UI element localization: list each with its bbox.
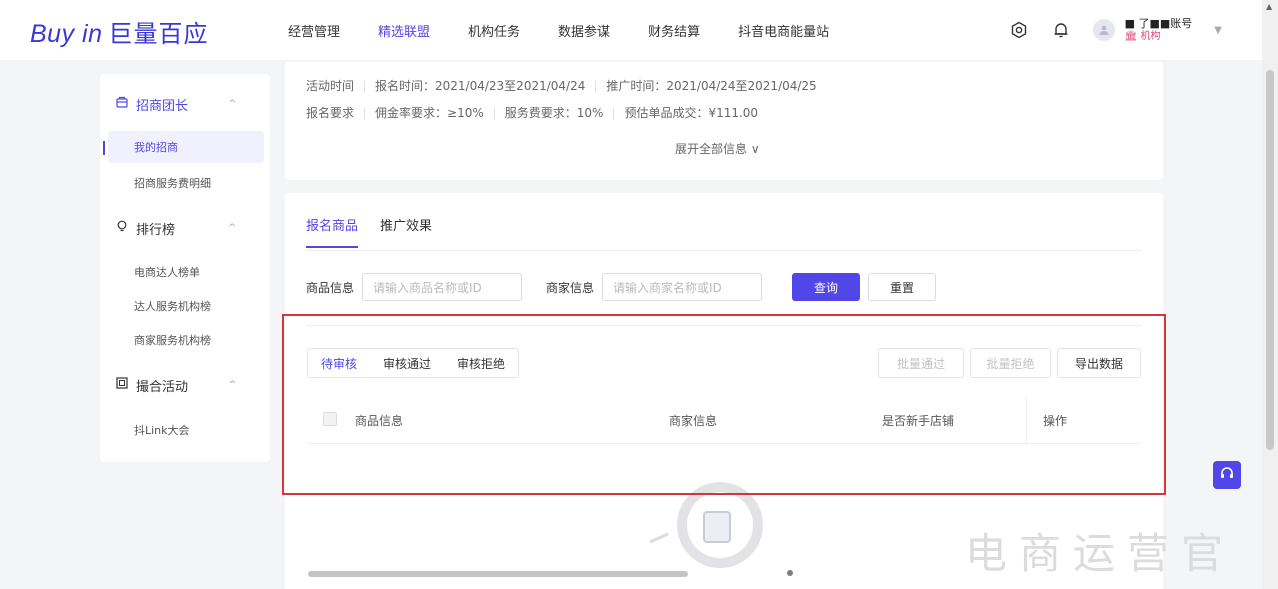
merchant-filter: 商家信息 请输入商家名称或ID bbox=[546, 273, 763, 301]
bulb-icon bbox=[116, 220, 128, 236]
nav-item-finance[interactable]: 财务结算 bbox=[648, 21, 700, 40]
bell-icon[interactable] bbox=[1051, 20, 1071, 40]
highlight-box bbox=[282, 314, 1166, 495]
top-navigation-bar: Buy in 巨量百应 经营管理 精选联盟 机构任务 数据参谋 财务结算 抖音电商… bbox=[0, 0, 1262, 60]
grid-icon bbox=[116, 377, 128, 393]
sidebar-item-service-fee[interactable]: 招商服务费明细 bbox=[108, 167, 264, 199]
nav-item-alliance[interactable]: 精选联盟 bbox=[378, 21, 430, 40]
avatar[interactable] bbox=[1092, 19, 1115, 41]
top-right-tools: ■ 了■■账号 🏛 机构 ▼ bbox=[1009, 0, 1222, 60]
tab-signup-goods[interactable]: 报名商品 bbox=[306, 215, 359, 248]
tab-divider bbox=[306, 250, 1142, 251]
horizontal-scrollbar[interactable] bbox=[308, 571, 688, 577]
goods-filter: 商品信息 请输入商品名称或ID bbox=[306, 273, 523, 301]
activity-info-card: 活动时间 报名时间：2021/04/23至2021/04/24 推广时间：2021/… bbox=[285, 62, 1163, 180]
chevron-down-icon[interactable]: ▼ bbox=[1214, 25, 1222, 36]
query-button[interactable]: 查询 bbox=[792, 273, 860, 301]
scroll-up-icon[interactable]: ▲ bbox=[1266, 2, 1272, 11]
signup-requirement-row: 报名要求 佣金率要求：≥10% 服务费要求：10% 预估单品成交：¥111.00 bbox=[306, 106, 759, 120]
settings-icon[interactable] bbox=[1009, 20, 1029, 40]
sidebar-group-ranking[interactable]: 排行榜 ^ bbox=[100, 211, 270, 245]
merchant-filter-label: 商家信息 bbox=[546, 280, 595, 295]
nav-item-energy-station[interactable]: 抖音电商能量站 bbox=[738, 21, 829, 40]
chevron-up-icon[interactable]: ^ bbox=[228, 223, 236, 233]
sidebar-item-creator-ranking[interactable]: 电商达人榜单 bbox=[108, 256, 264, 288]
shop-icon bbox=[116, 96, 128, 112]
tab-promo-effect[interactable]: 推广效果 bbox=[380, 215, 432, 248]
nav-item-agency-tasks[interactable]: 机构任务 bbox=[468, 21, 520, 40]
nav-item-operations[interactable]: 经营管理 bbox=[288, 21, 340, 40]
headset-icon bbox=[1219, 465, 1235, 485]
vertical-scrollbar[interactable]: ▲ bbox=[1262, 0, 1278, 589]
sidebar-group-merchant-lead[interactable]: 招商团长 ^ bbox=[100, 87, 270, 121]
account-org-badge: 🏛 机构 bbox=[1124, 31, 1161, 42]
account-name: ■ 了■■账号 bbox=[1124, 17, 1193, 30]
sidebar-item-douyin-link[interactable]: 抖Link大会 bbox=[108, 414, 264, 446]
nav-item-data-advisor[interactable]: 数据参谋 bbox=[558, 21, 610, 40]
sidebar-group-matchmaking[interactable]: 撮合活动 ^ bbox=[100, 368, 270, 402]
reset-button[interactable]: 重置 bbox=[868, 273, 936, 301]
sidebar-item-creator-agency-ranking[interactable]: 达人服务机构榜 bbox=[108, 290, 264, 322]
goods-search-input[interactable]: 请输入商品名称或ID bbox=[362, 273, 523, 301]
brand-logo[interactable]: Buy in 巨量百应 bbox=[30, 14, 208, 49]
activity-time-row: 活动时间 报名时间：2021/04/23至2021/04/24 推广时间：2021/… bbox=[306, 79, 817, 93]
active-indicator bbox=[103, 141, 105, 155]
merchant-search-input[interactable]: 请输入商家名称或ID bbox=[602, 273, 763, 301]
sidebar: 招商团长 ^ 我的招商 招商服务费明细 排行榜 ^ 电商达人榜单 达人服务机构榜… bbox=[100, 74, 270, 462]
sidebar-item-merchant-agency-ranking[interactable]: 商家服务机构榜 bbox=[108, 324, 264, 356]
chevron-up-icon[interactable]: ^ bbox=[228, 380, 236, 390]
goods-filter-label: 商品信息 bbox=[306, 280, 355, 295]
content-tabs: 报名商品 推广效果 bbox=[306, 215, 454, 248]
chevron-up-icon[interactable]: ^ bbox=[228, 99, 236, 109]
customer-service-button[interactable] bbox=[1213, 461, 1241, 489]
main-nav: 经营管理 精选联盟 机构任务 数据参谋 财务结算 抖音电商能量站 bbox=[288, 0, 867, 60]
scrollbar-thumb[interactable] bbox=[1266, 70, 1274, 450]
expand-all-link[interactable]: 展开全部信息 ∨ bbox=[675, 140, 760, 157]
sidebar-item-my-recruit[interactable]: 我的招商 bbox=[108, 131, 264, 163]
account-info[interactable]: ■ 了■■账号 🏛 机构 bbox=[1125, 17, 1193, 43]
watermark-text: 电商运营官 bbox=[965, 529, 1236, 578]
